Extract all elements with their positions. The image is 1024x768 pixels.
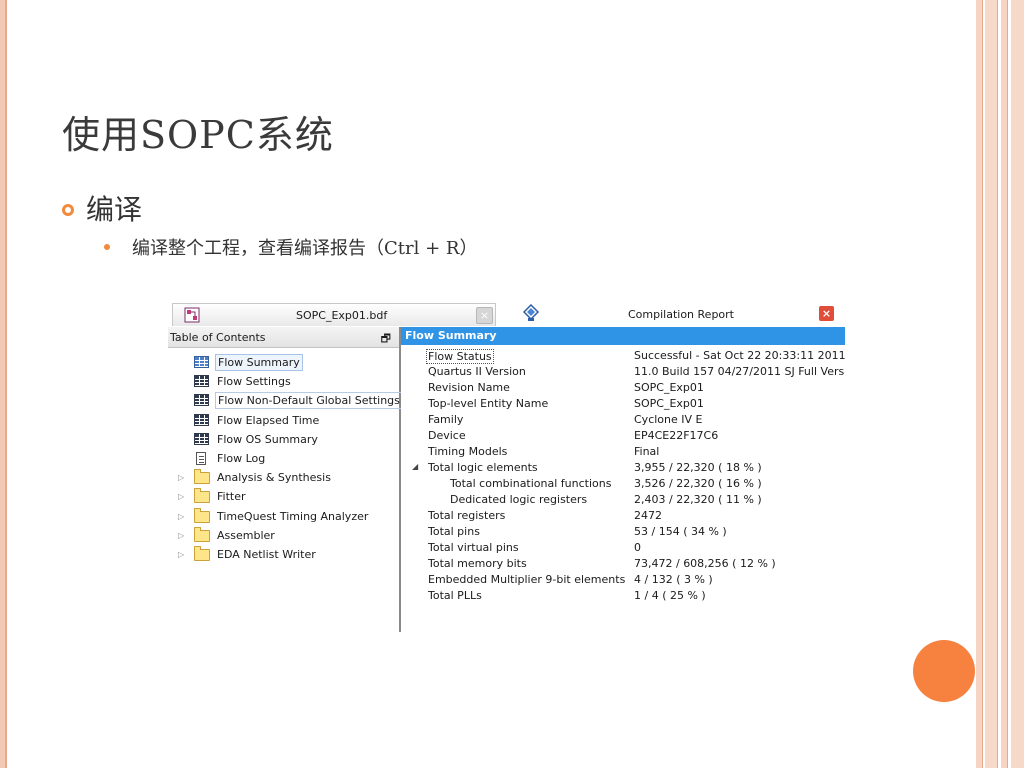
toc-item-label: EDA Netlist Writer xyxy=(217,547,316,561)
toc-item[interactable]: Flow Summary xyxy=(194,353,303,371)
summary-key: Top-level Entity Name xyxy=(428,397,549,410)
right-border-stripes xyxy=(976,0,1024,768)
toc-item-label: Flow Settings xyxy=(217,374,291,388)
summary-value: 2,403 / 22,320 ( 11 % ) xyxy=(634,493,762,506)
toc-item-label: Flow Summary xyxy=(215,353,303,371)
summary-value: Final xyxy=(634,445,660,458)
summary-value: SOPC_Exp01 xyxy=(634,381,704,394)
close-tab-bdf-button[interactable]: × xyxy=(476,307,493,324)
toc-item[interactable]: ▷ Assembler xyxy=(178,526,277,544)
document-icon xyxy=(194,451,210,465)
summary-value: 0 xyxy=(634,541,641,554)
slide-title: 使用SOPC系统 xyxy=(62,113,334,157)
table-icon xyxy=(194,355,210,369)
close-compilation-report-button[interactable]: × xyxy=(819,306,834,321)
table-icon xyxy=(194,413,210,427)
toc-item[interactable]: Flow OS Summary xyxy=(194,430,320,448)
tab-bar: SOPC_Exp01.bdf × Compilation Report × xyxy=(168,300,845,327)
block-diagram-file-icon xyxy=(184,307,200,323)
summary-key: Total PLLs xyxy=(428,589,482,602)
summary-key: Total registers xyxy=(428,509,506,522)
ring-bullet-icon xyxy=(62,204,74,216)
table-icon xyxy=(194,432,210,446)
expand-arrow-icon[interactable]: ▷ xyxy=(178,531,188,540)
tab-bdf-file[interactable]: SOPC_Exp01.bdf × xyxy=(172,303,496,326)
folder-icon xyxy=(194,507,210,523)
folder-icon xyxy=(194,487,210,503)
summary-key: Flow Status xyxy=(426,349,494,364)
collapse-arrow-icon[interactable]: ◢ xyxy=(412,462,418,471)
toc-item[interactable]: ▷ Analysis & Synthesis xyxy=(178,468,333,486)
toc-item[interactable]: ▷ Fitter xyxy=(178,487,248,505)
restore-window-icon[interactable]: 🗗 xyxy=(381,330,391,349)
expand-arrow-icon[interactable]: ▷ xyxy=(178,492,188,501)
bullet-level1: 编译 xyxy=(62,188,142,228)
bullet-level1-text: 编译 xyxy=(86,193,143,226)
summary-value: Successful - Sat Oct 22 20:33:11 2011 xyxy=(634,349,845,362)
summary-value: 53 / 154 ( 34 % ) xyxy=(634,525,727,538)
flow-summary-header: Flow Summary xyxy=(401,327,845,345)
summary-key: Revision Name xyxy=(428,381,510,394)
folder-icon xyxy=(194,526,210,542)
decorative-circle xyxy=(913,640,975,702)
summary-key: Family xyxy=(428,413,464,426)
summary-key: Device xyxy=(428,429,466,442)
left-border xyxy=(0,0,7,768)
summary-value: 73,472 / 608,256 ( 12 % ) xyxy=(634,557,776,570)
toc-item[interactable]: Flow Log xyxy=(194,449,267,467)
expand-arrow-icon[interactable]: ▷ xyxy=(178,473,188,482)
summary-value: 11.0 Build 157 04/27/2011 SJ Full Versio… xyxy=(634,365,845,378)
toc-item[interactable]: Flow Non-Default Global Settings xyxy=(194,391,403,409)
toc-header: Table of Contents 🗗 xyxy=(168,327,399,348)
summary-key: Total logic elements xyxy=(428,461,538,474)
toc-item[interactable]: ▷ EDA Netlist Writer xyxy=(178,545,318,563)
expand-arrow-icon[interactable]: ▷ xyxy=(178,550,188,559)
summary-key: Timing Models xyxy=(428,445,508,458)
flow-summary-panel: Flow Summary Flow Status Successful - Sat… xyxy=(401,327,845,632)
toc-item-label: TimeQuest Timing Analyzer xyxy=(217,509,369,523)
summary-value: Cyclone IV E xyxy=(634,413,703,426)
toc-item[interactable]: ▷ TimeQuest Timing Analyzer xyxy=(178,507,370,525)
toc-item-label: Flow Elapsed Time xyxy=(217,413,320,427)
tab-bdf-label: SOPC_Exp01.bdf xyxy=(296,309,388,322)
summary-key: Total virtual pins xyxy=(428,541,519,554)
toc-title: Table of Contents xyxy=(170,331,266,344)
bullet-level2: 编译整个工程，查看编译报告（Ctrl + R） xyxy=(104,234,477,260)
toc-item-label: Flow Log xyxy=(217,451,266,465)
toc-item-label: Flow Non-Default Global Settings xyxy=(215,391,403,409)
summary-key: Total combinational functions xyxy=(450,477,612,490)
summary-key: Embedded Multiplier 9-bit elements xyxy=(428,573,626,586)
folder-icon xyxy=(194,468,210,484)
toc-item-label: Flow OS Summary xyxy=(217,432,318,446)
summary-value: 2472 xyxy=(634,509,662,522)
summary-key: Total memory bits xyxy=(428,557,527,570)
summary-value: 4 / 132 ( 3 % ) xyxy=(634,573,713,586)
table-icon xyxy=(194,393,210,407)
summary-value: 1 / 4 ( 25 % ) xyxy=(634,589,706,602)
tab-compilation-report[interactable]: Compilation Report xyxy=(628,308,734,321)
summary-value: SOPC_Exp01 xyxy=(634,397,704,410)
toc-item[interactable]: Flow Elapsed Time xyxy=(194,411,321,429)
summary-key: Total pins xyxy=(428,525,480,538)
toc-item-label: Analysis & Synthesis xyxy=(217,470,331,484)
compilation-report-icon xyxy=(522,304,540,321)
bullet-level2-text: 编译整个工程，查看编译报告（Ctrl + R） xyxy=(132,238,478,259)
expand-arrow-icon[interactable]: ▷ xyxy=(178,512,188,521)
compilation-report-screenshot: SOPC_Exp01.bdf × Compilation Report × Ta… xyxy=(168,300,845,632)
toc-item-label: Assembler xyxy=(217,528,275,542)
summary-value: 3,526 / 22,320 ( 16 % ) xyxy=(634,477,762,490)
table-icon xyxy=(194,374,210,388)
dot-bullet-icon xyxy=(104,244,110,250)
toc-item[interactable]: Flow Settings xyxy=(194,372,293,390)
summary-value: EP4CE22F17C6 xyxy=(634,429,719,442)
summary-key: Quartus II Version xyxy=(428,365,526,378)
folder-icon xyxy=(194,545,210,561)
summary-key: Dedicated logic registers xyxy=(450,493,588,506)
toc-item-label: Fitter xyxy=(217,489,246,503)
summary-value: 3,955 / 22,320 ( 18 % ) xyxy=(634,461,762,474)
